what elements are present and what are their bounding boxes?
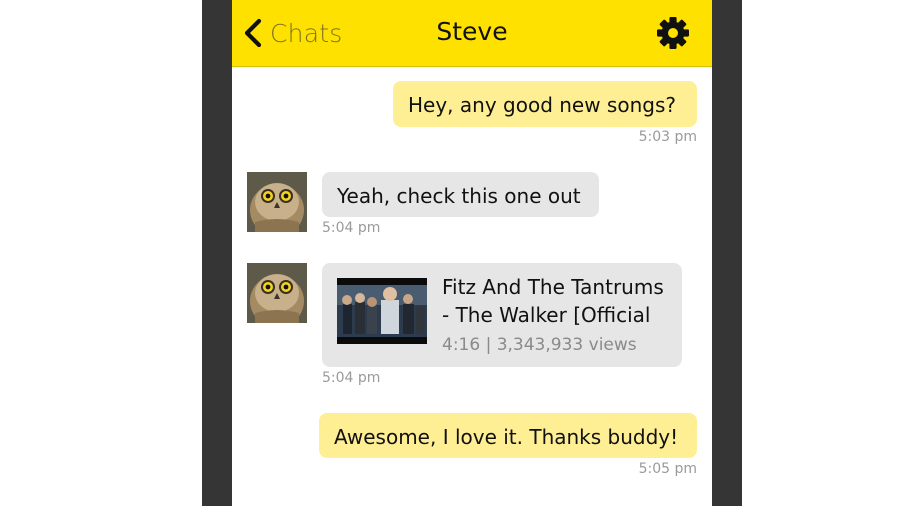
message-bubble-outgoing[interactable]: Awesome, I love it. Thanks buddy! xyxy=(319,413,697,458)
message-text: Hey, any good new songs? xyxy=(408,93,676,117)
video-title[interactable]: Fitz And The Tantrums - The Walker [Offi… xyxy=(442,273,672,329)
owl-avatar-icon xyxy=(247,172,307,232)
video-meta: 4:16 | 3,343,933 views xyxy=(442,335,637,355)
message-text: Awesome, I love it. Thanks buddy! xyxy=(334,425,679,449)
navigation-bar: Chats Steve xyxy=(232,0,712,67)
message-timestamp: 5:03 pm xyxy=(638,129,697,145)
device-bezel-right xyxy=(712,0,742,506)
avatar[interactable] xyxy=(247,263,307,323)
message-timestamp: 5:05 pm xyxy=(638,461,697,477)
device-bezel-left xyxy=(202,0,232,506)
avatar[interactable] xyxy=(247,172,307,232)
conversation-title: Steve xyxy=(436,17,508,46)
message-timestamp: 5:04 pm xyxy=(322,220,381,236)
chat-screen: Chats Steve Hey, any good new songs? 5:0… xyxy=(232,0,712,506)
video-thumbnail[interactable] xyxy=(337,278,427,344)
message-timestamp: 5:04 pm xyxy=(322,370,381,386)
message-bubble-incoming[interactable]: Yeah, check this one out xyxy=(322,172,599,217)
gear-icon[interactable] xyxy=(655,15,691,51)
video-message-bubble[interactable]: Fitz And The Tantrums - The Walker [Offi… xyxy=(322,263,682,367)
message-bubble-outgoing[interactable]: Hey, any good new songs? xyxy=(393,81,697,127)
message-text: Yeah, check this one out xyxy=(337,184,581,208)
owl-avatar-icon xyxy=(247,263,307,323)
